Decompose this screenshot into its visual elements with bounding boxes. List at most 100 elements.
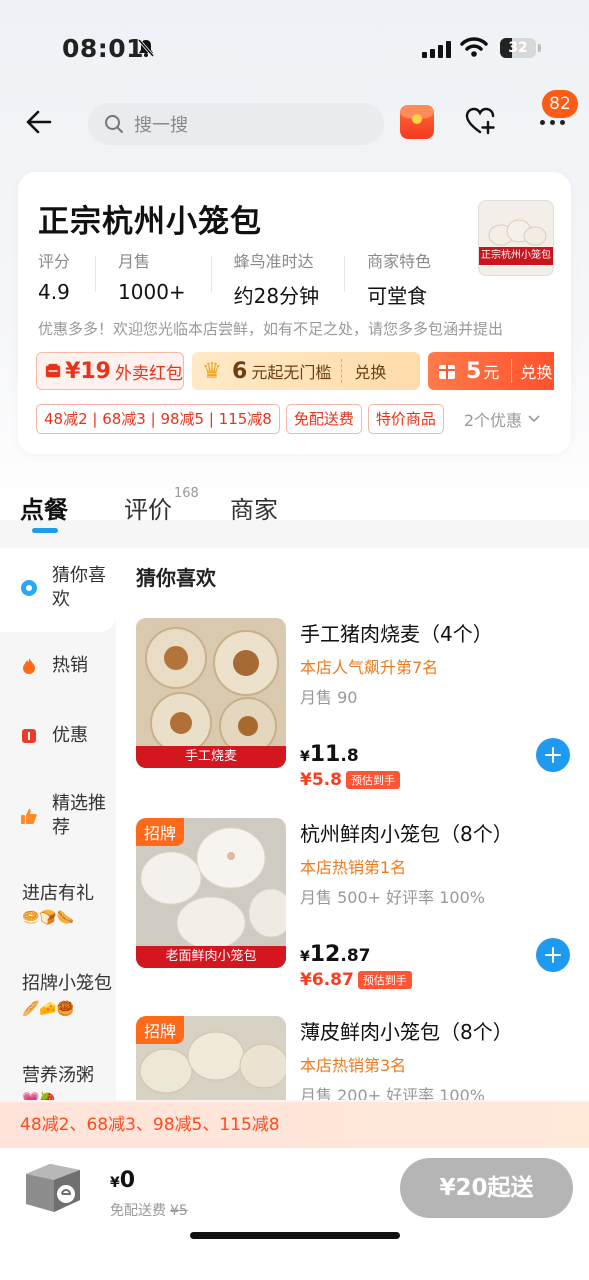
- more-offers-label: 2个优惠: [463, 411, 523, 430]
- sidebar-item-label: 热销: [52, 655, 88, 676]
- signal-icon: [422, 40, 451, 58]
- coupon-amount: 6: [232, 358, 248, 384]
- item-sales: 月售 200+ 好评率 100%: [300, 1086, 485, 1100]
- wifi-icon: [460, 37, 488, 57]
- sidebar-item-discount[interactable]: 优惠: [0, 724, 116, 748]
- food-image-xiaolongbao: 招牌 老面鲜肉小笼包: [136, 818, 286, 968]
- battery-cap: [538, 44, 541, 52]
- sidebar-item-label: 进店有礼: [22, 883, 94, 904]
- delivery-fee: 免配送费 ¥5: [110, 1200, 188, 1220]
- sidebar-item-hot[interactable]: 热销: [0, 654, 116, 678]
- battery-icon: 32: [500, 38, 536, 58]
- item-rank: 本店热销第1名: [300, 858, 407, 877]
- tab-merchant-label: 商家: [230, 496, 278, 524]
- more-menu-icon[interactable]: [540, 120, 565, 125]
- sidebar-item-soup[interactable]: 营养汤粥 💗🍓: [0, 1064, 116, 1100]
- stat-value: 1000+: [118, 280, 186, 304]
- menu-item[interactable]: 手工烧麦 手工猪肉烧麦（4个） 本店人气飙升第7名 月售 90 ¥11.8 ¥5…: [136, 618, 576, 790]
- sidebar-item-label-wrap: 招牌小笼包 🥖🧀🥮: [22, 972, 112, 1021]
- tab-order[interactable]: 点餐: [20, 490, 68, 525]
- status-bar: 08:01 32: [0, 28, 589, 68]
- store-notice[interactable]: 优惠多多！欢迎您光临本店尝鲜，如有不足之处，请您多多包涵并提出: [38, 318, 554, 339]
- item-name: 薄皮鲜肉小笼包（8个）: [300, 1020, 513, 1044]
- logo-caption: 正宗杭州小笼包: [479, 247, 553, 265]
- item-price: ¥11.8: [300, 742, 359, 767]
- coupon-row: ¥19 外卖红包 ♛ 6 元起无门槛 兑换 5 元 兑换: [36, 352, 554, 392]
- tab-active-indicator: [32, 528, 58, 533]
- menu-item[interactable]: 招牌 老面鲜肉小笼包 杭州鲜肉小笼包（8个） 本店热销第1名 月售 500+ 好…: [136, 818, 576, 990]
- guess-icon: [21, 580, 37, 596]
- stat-label: 商家特色: [367, 252, 432, 271]
- stat-rating: 评分 4.9: [38, 248, 97, 309]
- coupon-ticket-icon: [45, 363, 61, 378]
- sidebar-item-label: 优惠: [52, 725, 88, 746]
- voucher-coupon[interactable]: 5 元 兑换: [428, 352, 554, 390]
- gift-icon: [439, 365, 455, 379]
- tag-special[interactable]: 特价商品: [367, 404, 444, 434]
- item-discount-price: ¥5.8 预估到手: [300, 770, 400, 790]
- full-reduction-promo-bar[interactable]: 48减2、68减3、98减5、115减8: [0, 1102, 589, 1148]
- item-sales: 月售 500+ 好评率 100%: [300, 888, 485, 907]
- discount-label: 预估到手: [357, 971, 412, 989]
- tab-merchant[interactable]: 商家: [230, 490, 278, 525]
- stat-label: 月售: [118, 252, 151, 271]
- sidebar-item-signature[interactable]: 招牌小笼包 🥖🧀🥮: [0, 972, 116, 1021]
- tab-order-label: 点餐: [20, 496, 68, 524]
- stat-value: 4.9: [38, 280, 70, 304]
- price-int: 11: [309, 742, 341, 767]
- crown-icon: ♛: [202, 358, 222, 384]
- tag-full-reduction[interactable]: 48减2 | 68减3 | 98减5 | 115减8: [36, 404, 280, 434]
- red-packet-coupon[interactable]: ¥19 外卖红包: [36, 352, 184, 390]
- add-to-cart-button[interactable]: [536, 938, 570, 972]
- battery-percent: 32: [508, 40, 528, 56]
- category-sidebar: 猜你喜欢 热销 优惠 精选推荐 进店有礼 🥯🍞🌭 招牌小笼包🥖🧀🥮 营养汤粥 💗…: [0, 548, 116, 1100]
- item-sales: 月售 90: [300, 688, 358, 707]
- menu-item[interactable]: 招牌 薄皮鲜肉小笼包（8个） 本店热销第3名 月售 200+ 好评率 100%: [136, 1016, 576, 1100]
- section-title: 猜你喜欢: [136, 566, 216, 590]
- stat-monthly-sales: 月售 1000+: [118, 248, 212, 309]
- sidebar-item-label: 精选推荐: [52, 793, 106, 838]
- coupon-unit: 元: [483, 363, 500, 382]
- tag-free-delivery[interactable]: 免配送费: [285, 404, 362, 434]
- item-name: 手工猪肉烧麦（4个）: [300, 622, 493, 646]
- search-icon: [105, 115, 123, 133]
- status-time: 08:01: [62, 34, 145, 63]
- item-rank: 本店热销第3名: [300, 1056, 407, 1075]
- dumpling-image: [488, 219, 547, 246]
- favorite-add-icon[interactable]: [464, 106, 496, 136]
- message-badge: 82: [542, 90, 578, 118]
- fire-icon: [23, 658, 35, 674]
- exchange-button[interactable]: 兑换: [511, 359, 552, 383]
- coupon-amount: 5: [466, 358, 482, 384]
- offer-tags: 48减2 | 68减3 | 98减5 | 115减8 免配送费 特价商品 2个优…: [36, 404, 540, 434]
- sidebar-item-gift[interactable]: 进店有礼 🥯🍞🌭: [0, 882, 116, 930]
- store-name: 正宗杭州小笼包: [38, 204, 262, 240]
- coupon-text: 外卖红包: [115, 363, 183, 384]
- discount-price: ¥6.87: [300, 970, 354, 990]
- sidebar-item-label: 营养汤粥: [22, 1065, 94, 1086]
- sidebar-item-guess[interactable]: 猜你喜欢: [0, 564, 116, 612]
- no-threshold-coupon[interactable]: ♛ 6 元起无门槛 兑换: [192, 352, 420, 390]
- sidebar-item-emoji: 🥖🧀🥮: [22, 1001, 75, 1017]
- item-discount-price: ¥6.87 预估到手: [300, 970, 412, 990]
- more-offers[interactable]: 2个优惠: [464, 407, 540, 431]
- item-name: 杭州鲜肉小笼包（8个）: [300, 822, 513, 846]
- fee-label: 免配送费: [110, 1203, 166, 1219]
- stat-value: 可堂食: [367, 284, 428, 308]
- add-to-cart-button[interactable]: [536, 738, 570, 772]
- exchange-button[interactable]: 兑换: [341, 359, 386, 383]
- search-placeholder: 搜一搜: [134, 115, 188, 136]
- min-order-button[interactable]: ¥20起送: [400, 1158, 573, 1218]
- tab-reviews[interactable]: 评价168: [124, 486, 199, 525]
- sidebar-item-emoji: 💗🍓: [22, 1092, 57, 1100]
- fee-old: ¥5: [170, 1203, 188, 1219]
- search-bar[interactable]: 搜一搜: [88, 103, 384, 145]
- signature-badge: 招牌: [136, 818, 185, 846]
- cart-box-icon[interactable]: [20, 1156, 86, 1216]
- red-packet-icon[interactable]: [400, 105, 434, 139]
- sidebar-item-recommend[interactable]: 精选推荐: [0, 792, 116, 840]
- store-logo[interactable]: 正宗杭州小笼包: [478, 200, 554, 276]
- price-dec: .8: [340, 746, 359, 766]
- back-arrow-icon[interactable]: [24, 108, 52, 136]
- store-stats: 评分 4.9 月售 1000+ 蜂鸟准时达 约28分钟 商家特色 可堂食: [38, 248, 479, 309]
